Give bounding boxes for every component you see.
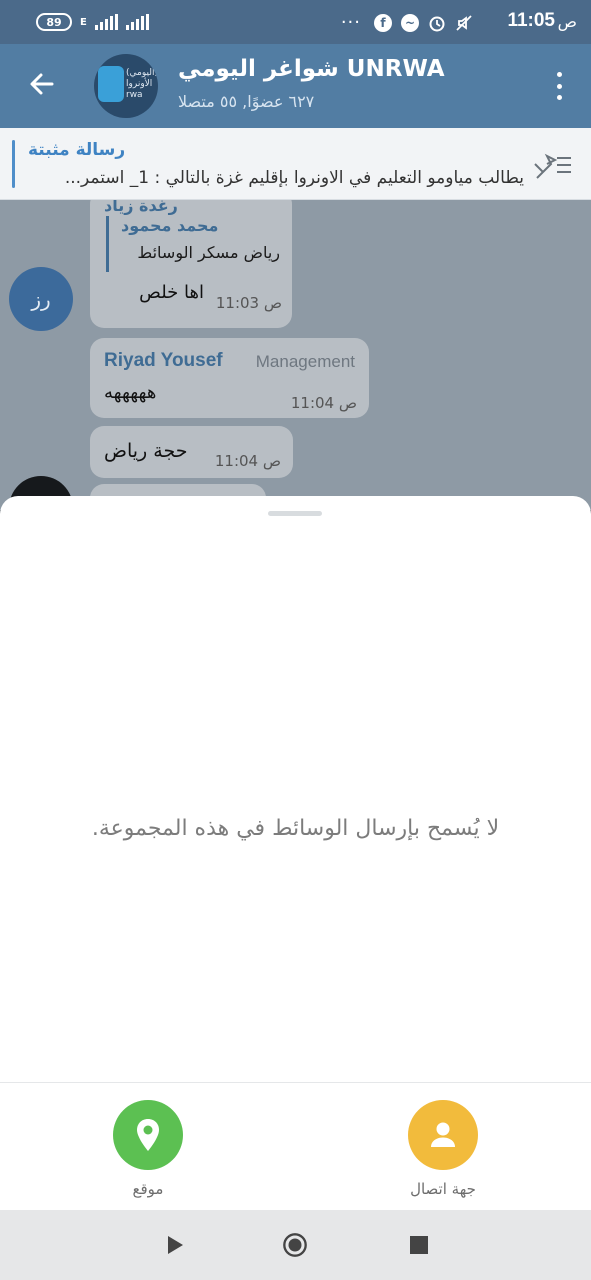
message-text: اها خلص — [139, 282, 204, 303]
sheet-drag-handle[interactable] — [268, 511, 322, 516]
sender-name: رغدة زياد — [104, 200, 178, 215]
unrwa-logo-icon — [98, 66, 124, 102]
reply-sender: محمد محمود — [121, 216, 219, 235]
mute-icon — [455, 14, 473, 32]
notification-icons: ··· f ~ — [341, 12, 473, 33]
message-time: 11:04 ص — [214, 452, 281, 470]
pinned-text: يطالب مياومو التعليم في الاونروا بإقليم … — [64, 168, 524, 188]
avatar-text-2: الأونروا — [126, 79, 153, 89]
channel-avatar[interactable]: (اليومي) الأونروا rwa — [94, 54, 158, 118]
attachment-sheet: لا يُسمح بإرسال الوسائط في هذه المجموعة.… — [0, 496, 591, 1210]
messenger-icon: ~ — [401, 13, 419, 32]
message-text: هههههه — [104, 382, 157, 403]
signal-icon — [94, 14, 118, 30]
signal-icon-2 — [125, 14, 149, 30]
person-icon — [431, 1122, 455, 1147]
reply-text: رياض مسكر الوسائط — [137, 243, 280, 262]
arrow-left-icon — [30, 73, 54, 95]
avatar-text-1: (اليومي) — [126, 68, 158, 78]
message-bubble[interactable]: حجة رياض 11:04 ص — [90, 426, 293, 478]
battery-indicator: 89 — [36, 13, 72, 31]
sender-role: Management — [255, 352, 355, 371]
back-button[interactable] — [26, 68, 58, 100]
status-left: 89 E — [36, 13, 149, 31]
nav-home-button[interactable] — [282, 1232, 308, 1258]
sender-name: Riyad Yousef — [104, 350, 223, 371]
play-triangle-icon — [168, 1236, 183, 1254]
facebook-icon: f — [374, 13, 392, 32]
square-icon — [410, 1236, 428, 1254]
pinned-message-bar[interactable]: رسالة مثبتة يطالب مياومو التعليم في الاو… — [0, 128, 591, 200]
message-bubble[interactable]: رغدة زياد محمد محمود رياض مسكر الوسائط ا… — [90, 200, 292, 328]
location-label: موقع — [132, 1180, 164, 1198]
status-bar: 89 E ··· f ~ 11:05 ص — [0, 0, 591, 44]
more-notifications-icon: ··· — [340, 12, 361, 33]
reply-preview[interactable]: محمد محمود رياض مسكر الوسائط — [106, 216, 280, 272]
chat-title[interactable]: شواغر اليومي UNRWA — [178, 56, 445, 82]
user-avatar[interactable]: رز — [9, 267, 73, 331]
pinned-title: رسالة مثبتة — [28, 140, 126, 160]
chat-header: (اليومي) الأونروا rwa شواغر اليومي UNRWA… — [0, 44, 591, 128]
message-text: حجة رياض — [104, 440, 188, 462]
more-menu-button[interactable] — [553, 72, 565, 100]
clock-ampm: ص — [557, 12, 577, 31]
media-restricted-notice: لا يُسمح بإرسال الوسائط في هذه المجموعة. — [91, 816, 500, 841]
sheet-divider — [0, 1082, 591, 1083]
message-time: 11:04 ص — [290, 394, 357, 412]
nav-back-button[interactable] — [162, 1232, 188, 1258]
avatar-text-3: rwa — [126, 90, 143, 100]
attach-contact-button[interactable]: جهة اتصال — [388, 1100, 498, 1198]
message-time: 11:03 ص — [215, 294, 282, 312]
pin-list-icon[interactable] — [531, 150, 573, 180]
contact-label: جهة اتصال — [410, 1180, 476, 1198]
contact-circle — [408, 1100, 478, 1170]
alarm-icon — [428, 14, 446, 32]
pinned-accent — [12, 140, 15, 188]
message-bubble[interactable]: Riyad Yousef Management هههههه 11:04 ص — [90, 338, 369, 418]
home-circle-icon — [283, 1233, 307, 1257]
attach-location-button[interactable]: موقع — [93, 1100, 203, 1198]
system-nav-bar — [0, 1210, 591, 1280]
chat-history: رغدة زياد محمد محمود رياض مسكر الوسائط ا… — [0, 200, 591, 510]
nav-recents-button[interactable] — [406, 1232, 432, 1258]
network-type: E — [80, 16, 87, 28]
location-circle — [113, 1100, 183, 1170]
chat-subtitle: ٦٢٧ عضوًا, ٥٥ متصلا — [178, 92, 315, 111]
clock: 11:05 — [507, 10, 555, 31]
location-pin-icon — [137, 1119, 159, 1151]
